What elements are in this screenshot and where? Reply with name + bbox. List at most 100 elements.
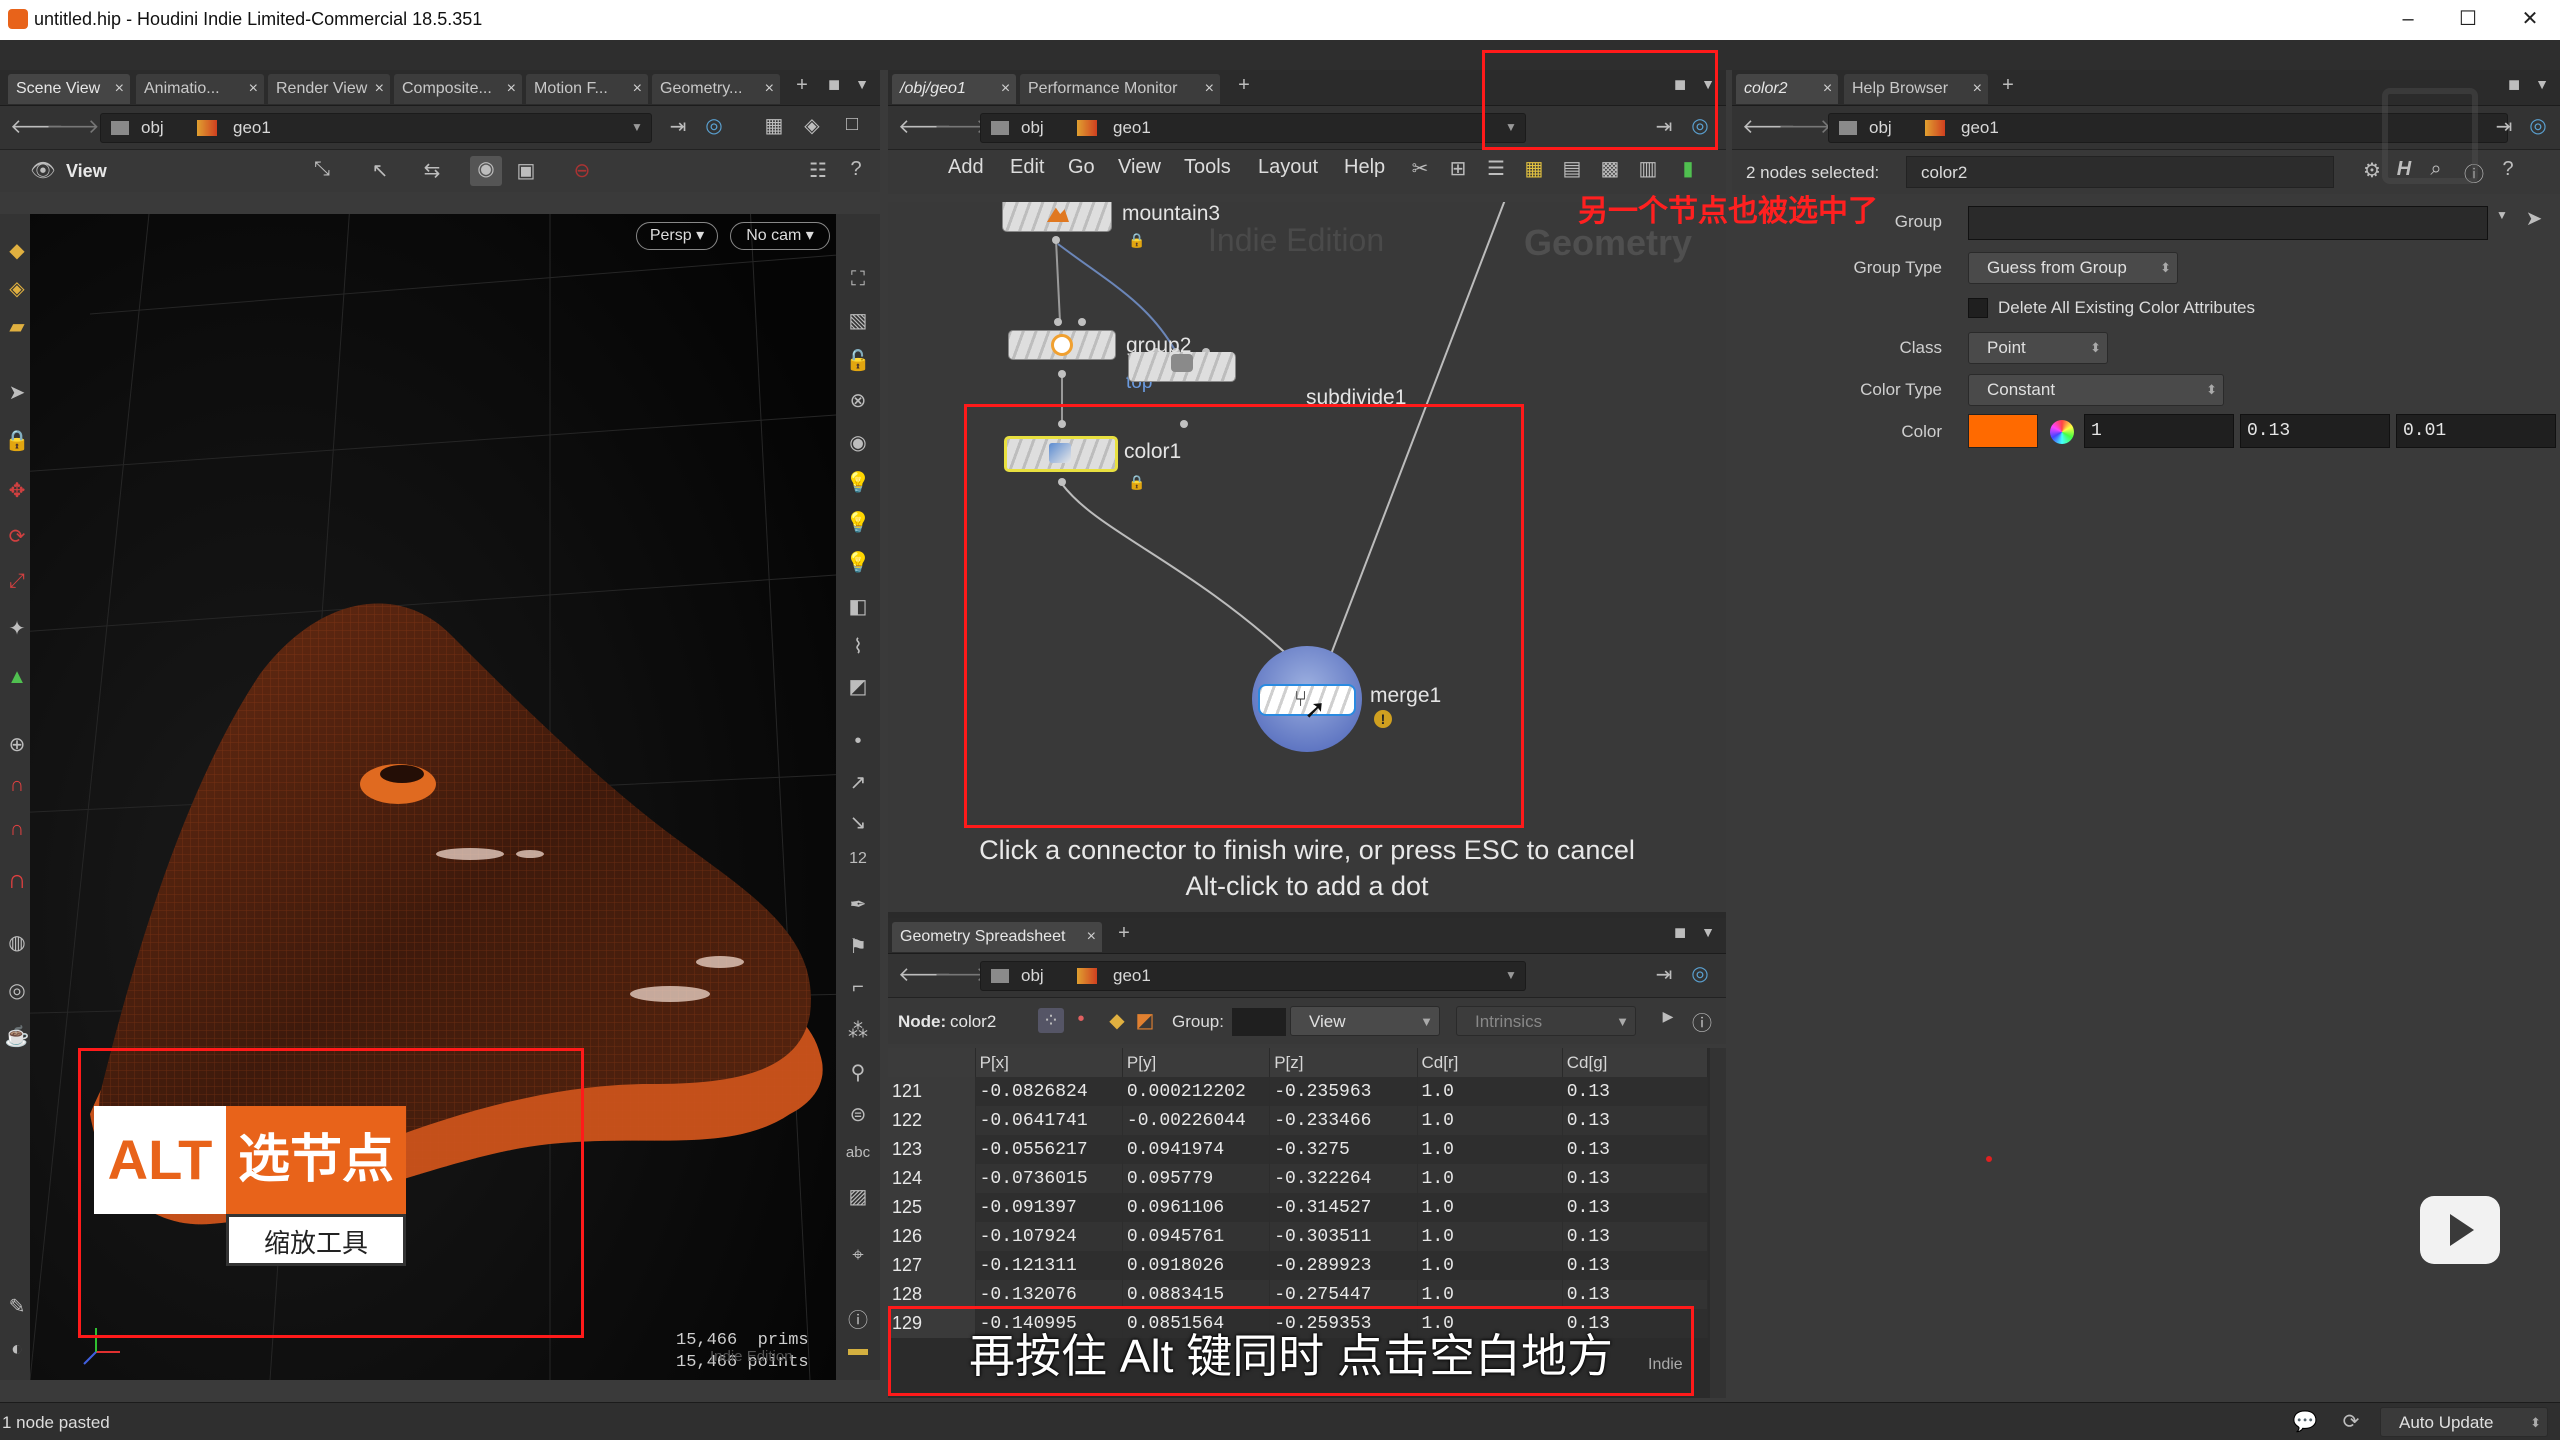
forward-arrow-icon[interactable]: 🡒 — [934, 962, 988, 987]
brush-tool-icon[interactable]: ✎ — [4, 1294, 30, 1319]
select-mode-icon[interactable]: ↖ — [366, 158, 394, 183]
minimize-button[interactable]: – — [2388, 4, 2428, 34]
table-row[interactable]: 128 -0.132076 0.0883415 -0.275447 1.0 0.13 — [888, 1280, 1709, 1309]
column-header[interactable]: P[y] — [1122, 1048, 1271, 1077]
tab-geometry[interactable]: Geometry... × — [652, 74, 780, 104]
link-icon[interactable]: ◎ — [1686, 961, 1714, 986]
backface-icon[interactable]: ◩ — [844, 674, 872, 699]
pin-icon[interactable]: ⇥ — [2490, 114, 2518, 139]
close-tab-icon[interactable]: × — [375, 74, 384, 104]
table-row[interactable]: 127 -0.121311 0.0918026 -0.289923 1.0 0.13 — [888, 1251, 1709, 1280]
menu-add[interactable]: Add — [948, 156, 984, 179]
light-bulb-3-icon[interactable]: 💡 — [844, 550, 872, 575]
menu-help[interactable]: Help — [1344, 156, 1385, 179]
magnet-tool-2-icon[interactable]: ∩ — [4, 818, 30, 841]
sticky-icon[interactable]: ▥ — [1634, 156, 1662, 181]
pane-menu-icon[interactable]: ■ — [2502, 74, 2526, 97]
group-select-arrow-icon[interactable]: ➤ — [2520, 206, 2548, 231]
table-row[interactable]: 121 -0.0826824 0.000212202 -0.235963 1.0 0.13 — [888, 1077, 1709, 1106]
forward-arrow-icon[interactable]: 🡒 — [934, 114, 988, 139]
notes-icon[interactable]: ▩ — [1596, 156, 1624, 181]
text-display-icon[interactable]: abc — [844, 1144, 872, 1161]
maximize-button[interactable]: ☐ — [2448, 4, 2488, 34]
close-tab-icon[interactable]: × — [765, 74, 774, 104]
tab-scene-view[interactable]: Scene View × — [8, 74, 130, 104]
link-icon[interactable]: ◎ — [700, 113, 728, 138]
camera-menu[interactable]: No cam ▾ — [730, 222, 830, 250]
back-arrow-icon[interactable]: 🡐 — [898, 114, 952, 139]
close-tab-icon[interactable]: × — [1205, 74, 1214, 104]
group-param-input[interactable] — [1968, 206, 2488, 240]
column-header[interactable]: Cd[r] — [1417, 1048, 1563, 1077]
column-header[interactable] — [888, 1048, 976, 1077]
auto-update-dropdown[interactable]: Auto Update ⬍ — [2380, 1407, 2548, 1437]
folder-display-icon[interactable]: ▬ — [844, 1338, 872, 1361]
pane-dropdown-icon[interactable]: ▼ — [850, 76, 874, 92]
tab-animation[interactable]: Animatio... × — [136, 74, 264, 104]
prims-attrib-icon[interactable]: ◆ — [1104, 1008, 1130, 1033]
snap-tool-icon[interactable]: ⤡ — [308, 158, 336, 181]
display-options-icon[interactable]: ▦ — [760, 113, 788, 138]
more-icon[interactable]: ▮ — [1674, 156, 1702, 181]
add-tab-icon[interactable]: + — [790, 74, 814, 97]
close-tab-icon[interactable]: × — [1823, 74, 1832, 104]
handle-tool-icon[interactable]: ▲ — [4, 666, 30, 689]
column-header[interactable]: P[z] — [1269, 1048, 1418, 1077]
pin-display-icon[interactable]: ⚲ — [844, 1060, 872, 1085]
camera-tool-icon[interactable]: ◍ — [4, 930, 30, 955]
group-input[interactable] — [1232, 1008, 1286, 1036]
edge-display-icon[interactable]: ⌐ — [844, 976, 872, 999]
close-tab-icon[interactable]: × — [1973, 74, 1982, 104]
template-icon[interactable]: ▧ — [844, 308, 872, 333]
node-subdivide1[interactable] — [1128, 352, 1236, 382]
tab-network-geo1[interactable]: /obj/geo1 × — [892, 74, 1016, 104]
rotate-tool-icon[interactable]: ⟳ — [4, 524, 30, 549]
class-dropdown[interactable]: Point ⬍ — [1968, 332, 2108, 364]
pose-tool-icon[interactable]: ✦ — [4, 616, 30, 641]
ghost-icon[interactable]: ⛶ — [844, 268, 872, 291]
list-icon[interactable]: ☰ — [1482, 156, 1510, 181]
lock-camera-icon[interactable]: 🔓 — [844, 348, 872, 373]
spreadsheet-scrollbar[interactable] — [1710, 1048, 1726, 1398]
sphere-tool-icon[interactable]: ◐ — [4, 1338, 30, 1361]
menu-layout[interactable]: Layout — [1258, 156, 1318, 179]
delete-colors-checkbox[interactable] — [1968, 298, 1988, 318]
help-icon[interactable]: ? — [842, 158, 870, 181]
scroll-right-icon[interactable]: ▶ — [1658, 1008, 1678, 1025]
tab-help-browser[interactable]: Help Browser × — [1844, 74, 1988, 104]
close-tab-icon[interactable]: × — [115, 74, 124, 104]
stop-icon[interactable]: ⊖ — [568, 158, 596, 183]
pane-dropdown-icon[interactable]: ▼ — [1696, 924, 1720, 940]
tab-render-view[interactable]: Render View × — [268, 74, 390, 104]
snap-display-icon[interactable]: ⁂ — [844, 1018, 872, 1043]
pane-menu-icon[interactable]: ■ — [822, 74, 846, 97]
color-r-field[interactable]: 1 — [2084, 414, 2234, 448]
table-row[interactable]: 123 -0.0556217 0.0941974 -0.3275 1.0 0.13 — [888, 1135, 1709, 1164]
shading-icon[interactable]: ◧ — [844, 594, 872, 619]
pivot-tool-icon[interactable]: ⊕ — [4, 732, 30, 757]
detail-attrib-icon[interactable]: ◩ — [1132, 1008, 1158, 1033]
tab-performance-monitor[interactable]: Performance Monitor × — [1020, 74, 1220, 104]
target-icon[interactable]: ⊗ — [844, 388, 872, 413]
menu-edit[interactable]: Edit — [1010, 156, 1044, 179]
tab-composite[interactable]: Composite... × — [394, 74, 522, 104]
color-g-field[interactable]: 0.13 — [2240, 414, 2390, 448]
tab-motion-fx[interactable]: Motion F... × — [526, 74, 648, 104]
scale-tool-icon[interactable]: ⤢ — [4, 570, 30, 593]
group-type-dropdown[interactable]: Guess from Group ⬍ — [1968, 252, 2178, 284]
light-bulb-2-icon[interactable]: 💡 — [844, 510, 872, 535]
arrow-tool-icon[interactable]: ➤ — [4, 380, 30, 405]
number-display-icon[interactable]: 12 — [844, 850, 872, 868]
group-dropdown-icon[interactable]: ▼ — [2492, 208, 2512, 222]
node-mountain3[interactable] — [1002, 202, 1112, 232]
pane-menu-icon[interactable]: ■ — [1668, 922, 1692, 945]
table-row[interactable]: 126 -0.107924 0.0945761 -0.303511 1.0 0.13 — [888, 1222, 1709, 1251]
stop-display-icon[interactable]: ⊜ — [844, 1102, 872, 1127]
magnet-tool-1-icon[interactable]: ∩ — [4, 774, 30, 797]
vector-display-icon[interactable]: ↘ — [844, 810, 872, 835]
column-header[interactable]: P[x] — [975, 1048, 1123, 1077]
thumbs-icon[interactable]: ▤ — [1558, 156, 1586, 181]
scene-viewport[interactable]: Persp ▾ No cam ▾ 15,466 prims 15,466 poi… — [30, 214, 836, 1380]
pane-dropdown-icon[interactable]: ▼ — [2530, 76, 2554, 92]
close-tab-icon[interactable]: × — [507, 74, 516, 104]
